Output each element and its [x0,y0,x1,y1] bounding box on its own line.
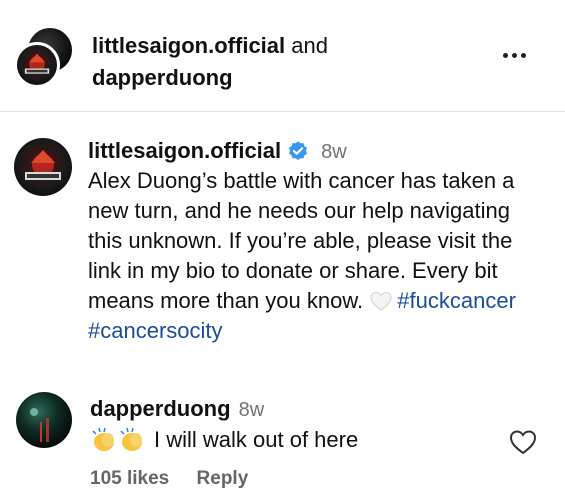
hashtag-cancersocity[interactable]: #cancersocity [88,318,223,343]
white-heart-icon [370,291,392,311]
hashtag-fuckcancer[interactable]: #fuckcancer [397,288,516,313]
dapperduong-photo-icon [30,408,49,442]
comment-username[interactable]: dapperduong [90,396,231,421]
comment-header: dapperduong 8w [90,394,490,425]
header-joiner: and [291,33,328,58]
comment-body: I will walk out of here [90,425,490,455]
caption-text-block: Alex Duong’s battle with cancer has take… [88,166,548,346]
post-header: littlesaigon.official and dapperduong [0,0,565,112]
littlesaigon-logo-icon [25,150,61,180]
littlesaigon-avatar[interactable] [14,42,60,88]
reply-button[interactable]: Reply [197,468,249,489]
heart-outline-icon[interactable] [508,428,538,456]
comment-avatar[interactable] [16,392,72,448]
comment-meta: 105 likes Reply [90,468,248,490]
header-username-1[interactable]: littlesaigon.official [92,33,285,58]
comment-likes[interactable]: 105 likes [90,468,169,489]
comment-text: I will walk out of here [154,427,359,452]
collab-names: littlesaigon.official and dapperduong [92,30,472,94]
caption-username[interactable]: littlesaigon.official [88,138,281,163]
comment-time: 8w [238,399,265,421]
verified-badge-icon [289,141,308,161]
more-options-icon[interactable] [500,45,530,65]
littlesaigon-logo-icon [24,53,50,74]
caption-header: littlesaigon.official 8w [88,136,548,166]
caption-avatar[interactable] [14,138,72,196]
header-username-2[interactable]: dapperduong [92,65,233,90]
collab-avatars[interactable] [14,28,76,90]
comment-block: dapperduong 8w I will walk out of here [90,394,490,455]
clapping-hands-icon [92,427,142,451]
caption-time: 8w [321,141,347,163]
post-caption: littlesaigon.official 8w Alex Duong’s ba… [88,136,548,346]
